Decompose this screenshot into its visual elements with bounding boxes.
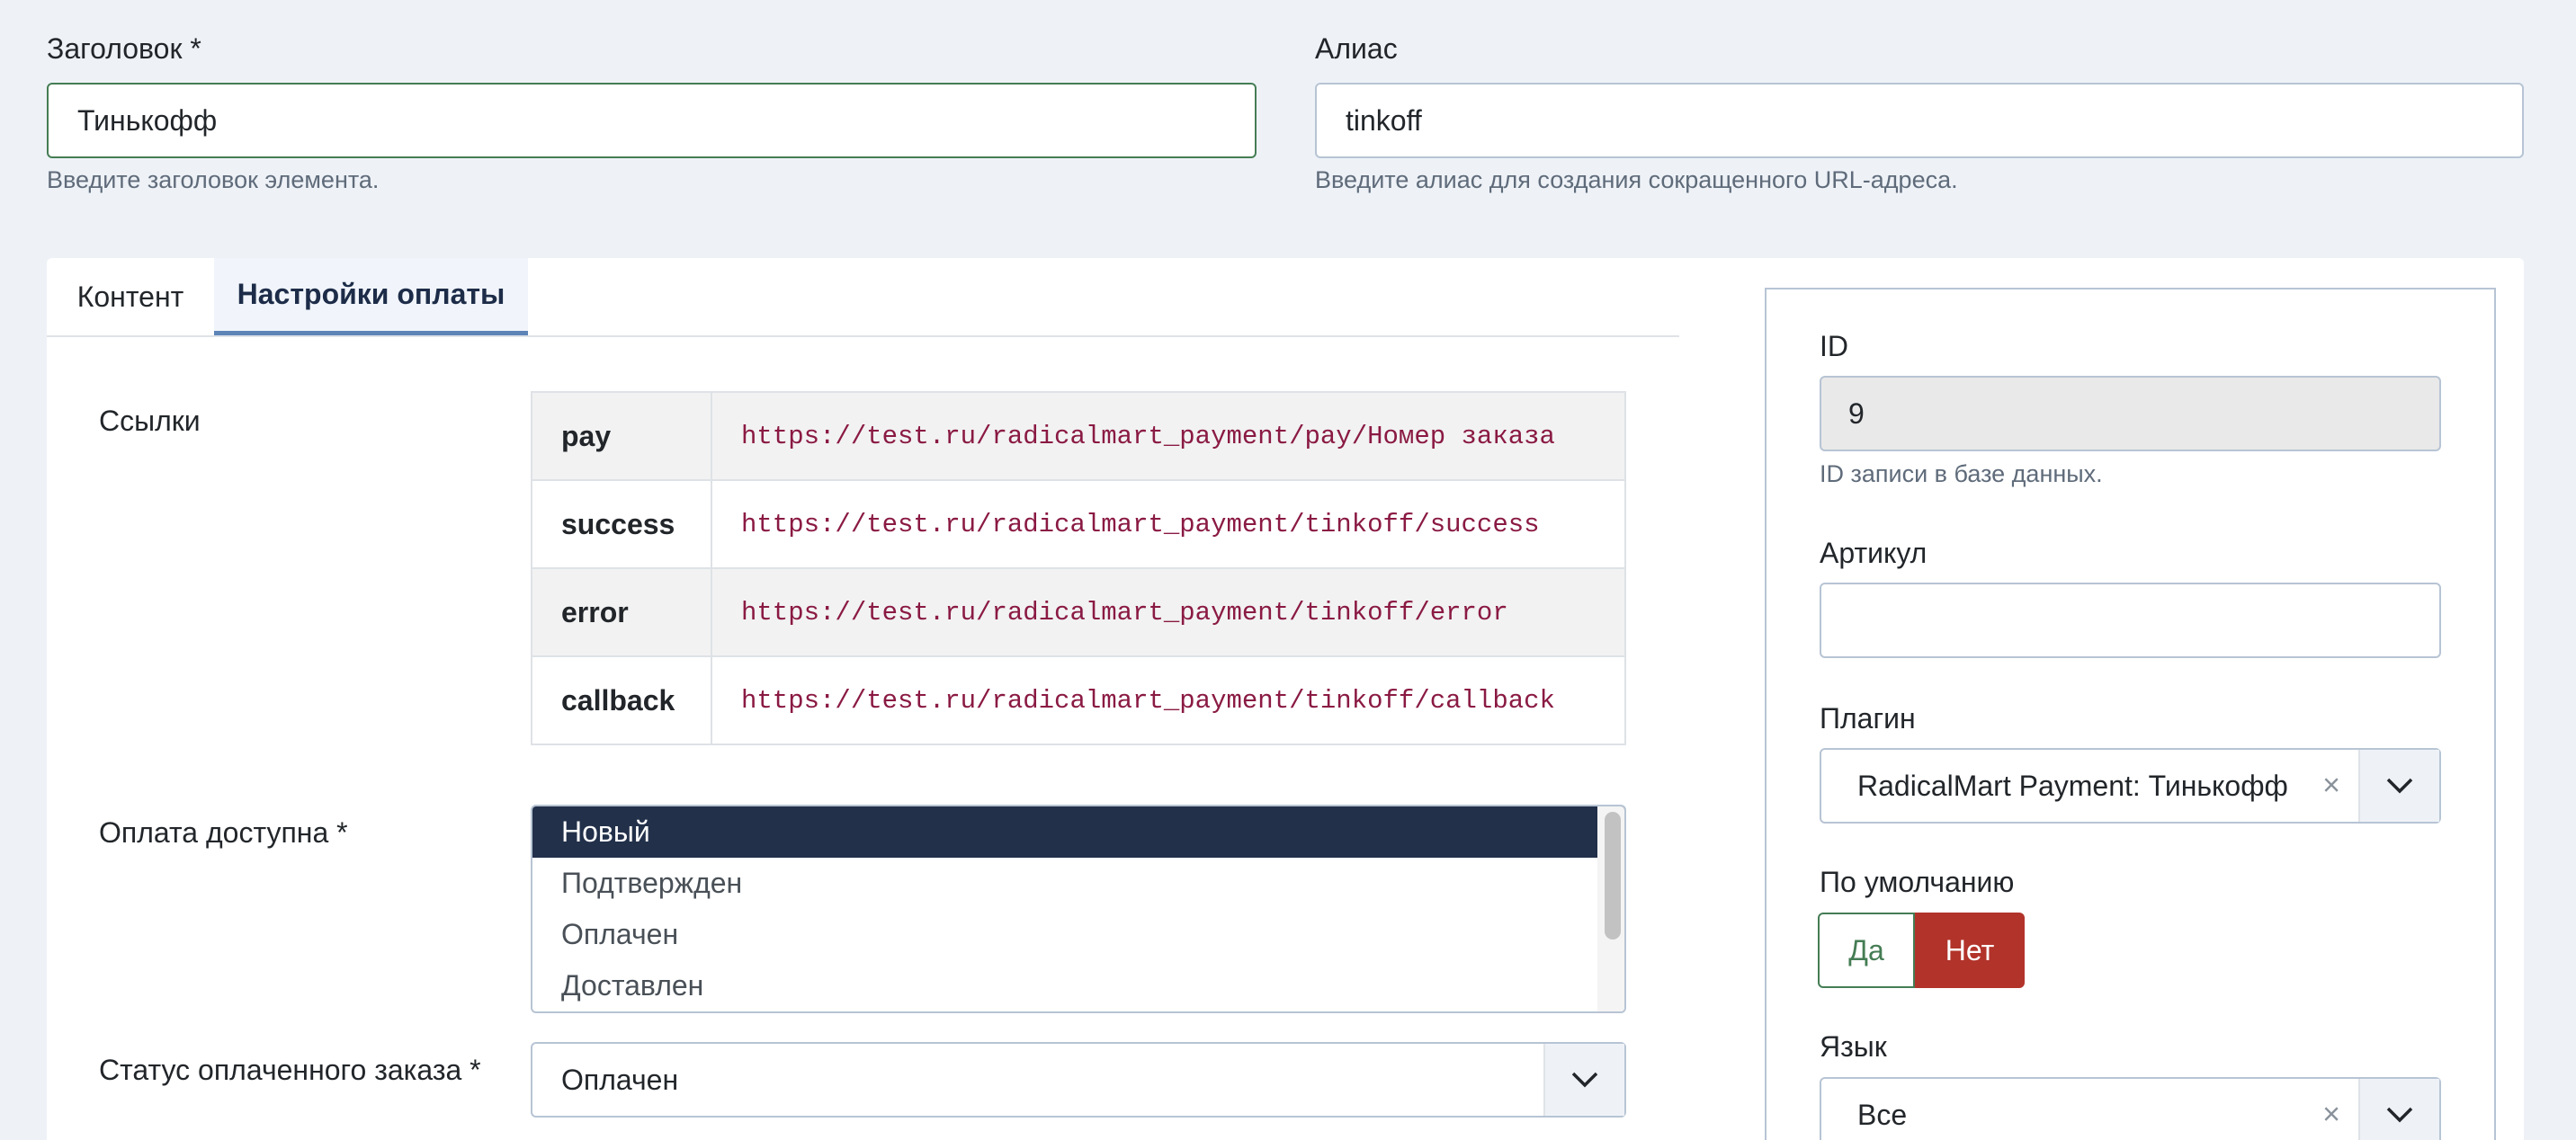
alias-hint: Введите алиас для создания сокращенного …: [1315, 166, 1958, 193]
payment-available-label: Оплата доступна *: [99, 816, 348, 849]
plugin-value: RadicalMart Payment: Тинькофф: [1857, 769, 2288, 802]
list-item[interactable]: Оплачен: [532, 909, 1624, 960]
close-icon[interactable]: ×: [2322, 769, 2340, 804]
link-key: success: [531, 479, 712, 569]
title-hint: Введите заголовок элемента.: [47, 166, 380, 193]
plugin-select[interactable]: RadicalMart Payment: Тинькофф ×: [1820, 748, 2441, 824]
chevron-down-icon[interactable]: [2358, 750, 2439, 822]
paid-status-label: Статус оплаченного заказа *: [99, 1054, 481, 1086]
alias-input[interactable]: tinkoff: [1315, 83, 2524, 158]
link-key: pay: [531, 391, 712, 481]
link-key: callback: [531, 655, 712, 745]
links-label: Ссылки: [99, 405, 201, 437]
language-value: Все: [1857, 1098, 1908, 1131]
language-select[interactable]: Все ×: [1820, 1077, 2441, 1140]
link-url: https://test.ru/radicalmart_payment/tink…: [711, 567, 1626, 657]
payment-available-listbox[interactable]: Новый Подтвержден Оплачен Доставлен: [531, 805, 1626, 1013]
links-table: pay https://test.ru/radicalmart_payment/…: [531, 391, 1626, 745]
language-label: Язык: [1820, 1030, 1887, 1063]
alias-label: Алиас: [1315, 32, 1398, 65]
list-item[interactable]: Новый: [532, 806, 1624, 858]
list-item[interactable]: Подтвержден: [532, 858, 1624, 909]
link-key: error: [531, 567, 712, 657]
scrollbar-thumb[interactable]: [1605, 812, 1621, 940]
link-url: https://test.ru/radicalmart_payment/pay/…: [711, 391, 1626, 481]
link-url: https://test.ru/radicalmart_payment/tink…: [711, 479, 1626, 569]
chevron-down-icon[interactable]: [1543, 1044, 1624, 1116]
sku-input[interactable]: [1820, 583, 2441, 658]
close-icon[interactable]: ×: [2322, 1098, 2340, 1133]
chevron-down-icon[interactable]: [2358, 1079, 2439, 1140]
table-row: pay https://test.ru/radicalmart_payment/…: [531, 391, 1626, 481]
paid-status-select[interactable]: Оплачен: [531, 1042, 1626, 1118]
default-no-button[interactable]: Нет: [1915, 913, 2025, 988]
title-label: Заголовок *: [47, 32, 201, 65]
paid-status-value: Оплачен: [561, 1063, 679, 1096]
link-url: https://test.ru/radicalmart_payment/tink…: [711, 655, 1626, 745]
plugin-label: Плагин: [1820, 702, 1916, 735]
title-input[interactable]: Тинькофф: [47, 83, 1257, 158]
id-hint: ID записи в базе данных.: [1820, 460, 2103, 487]
table-row: callback https://test.ru/radicalmart_pay…: [531, 655, 1626, 745]
tab-payment-settings[interactable]: Настройки оплаты: [214, 258, 528, 335]
id-label: ID: [1820, 330, 1848, 362]
tab-content[interactable]: Контент: [47, 258, 214, 335]
list-item[interactable]: Доставлен: [532, 960, 1624, 1011]
table-row: success https://test.ru/radicalmart_paym…: [531, 479, 1626, 569]
sku-label: Артикул: [1820, 537, 1928, 569]
default-yes-button[interactable]: Да: [1818, 913, 1915, 988]
tab-divider: [47, 335, 1679, 337]
id-input: 9: [1820, 376, 2441, 451]
default-label: По умолчанию: [1820, 866, 2015, 898]
table-row: error https://test.ru/radicalmart_paymen…: [531, 567, 1626, 657]
